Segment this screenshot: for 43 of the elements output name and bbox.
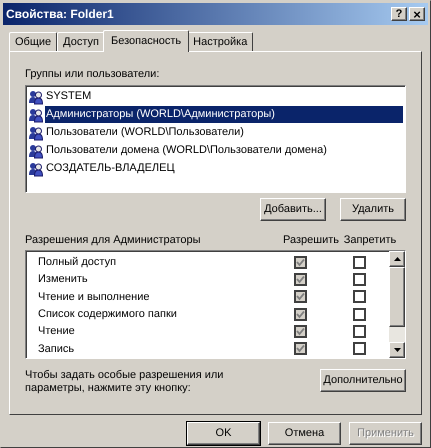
- tab[interactable]: Настройка: [187, 32, 254, 51]
- users-icon: [28, 142, 44, 158]
- users-icon: [28, 106, 44, 122]
- scroll-thumb[interactable]: [389, 266, 405, 326]
- groups-label: Группы или пользователи:: [25, 67, 160, 82]
- users-icon: [28, 124, 44, 140]
- users-icon: [28, 160, 44, 176]
- checkbox[interactable]: [352, 324, 366, 338]
- dialog-button[interactable]: OK: [187, 422, 260, 445]
- user-item[interactable]: SYSTEM: [45, 88, 92, 105]
- users-icon: [28, 88, 44, 104]
- checkbox[interactable]: [352, 342, 366, 356]
- checkbox[interactable]: [352, 256, 366, 269]
- user-item[interactable]: Пользователи домена (WORLD\Пользователи домена): [45, 142, 328, 159]
- permission-name: Чтение: [38, 324, 76, 340]
- permission-name: Список содержимого папки: [38, 306, 178, 322]
- column-header: Разрешить: [282, 233, 340, 248]
- user-item[interactable]: СОЗДАТЕЛЬ-ВЛАДЕЛЕЦ: [45, 160, 176, 177]
- close-button[interactable]: ×: [409, 7, 425, 21]
- tab[interactable]: Доступ: [57, 32, 105, 51]
- window-title: Свойства: Folder1: [6, 6, 114, 23]
- scrollbar[interactable]: [389, 250, 405, 358]
- permission-name: Полный доступ: [38, 254, 118, 270]
- tab[interactable]: Безопасность: [102, 30, 190, 52]
- checkbox[interactable]: [352, 290, 366, 304]
- permission-name: Чтение и выполнение: [38, 290, 150, 305]
- checkbox[interactable]: [352, 272, 366, 286]
- dialog-button[interactable]: Отмена: [268, 422, 341, 445]
- help-button[interactable]: ?: [391, 7, 407, 21]
- column-header: Запретить: [342, 233, 398, 248]
- advanced-hint: Чтобы задать особые разрешения или параметры, нажмите эту кнопку:: [25, 368, 224, 394]
- checkbox[interactable]: [352, 308, 366, 321]
- advanced-button[interactable]: Дополнительно: [320, 368, 406, 392]
- permission-name: Изменить: [38, 272, 89, 288]
- tab[interactable]: Общие: [9, 32, 58, 51]
- scroll-down-icon[interactable]: [389, 342, 405, 358]
- user-item[interactable]: Администраторы (WORLD\Администраторы): [45, 106, 403, 123]
- permission-name: Запись: [38, 342, 76, 357]
- list-action-button[interactable]: Добавить...: [260, 198, 326, 220]
- user-item[interactable]: Пользователи (WORLD\Пользователи): [45, 124, 245, 141]
- list-action-button[interactable]: Удалить: [340, 198, 406, 220]
- scroll-up-icon[interactable]: [389, 250, 405, 266]
- permissions-label: Разрешения для Администраторы: [25, 233, 202, 248]
